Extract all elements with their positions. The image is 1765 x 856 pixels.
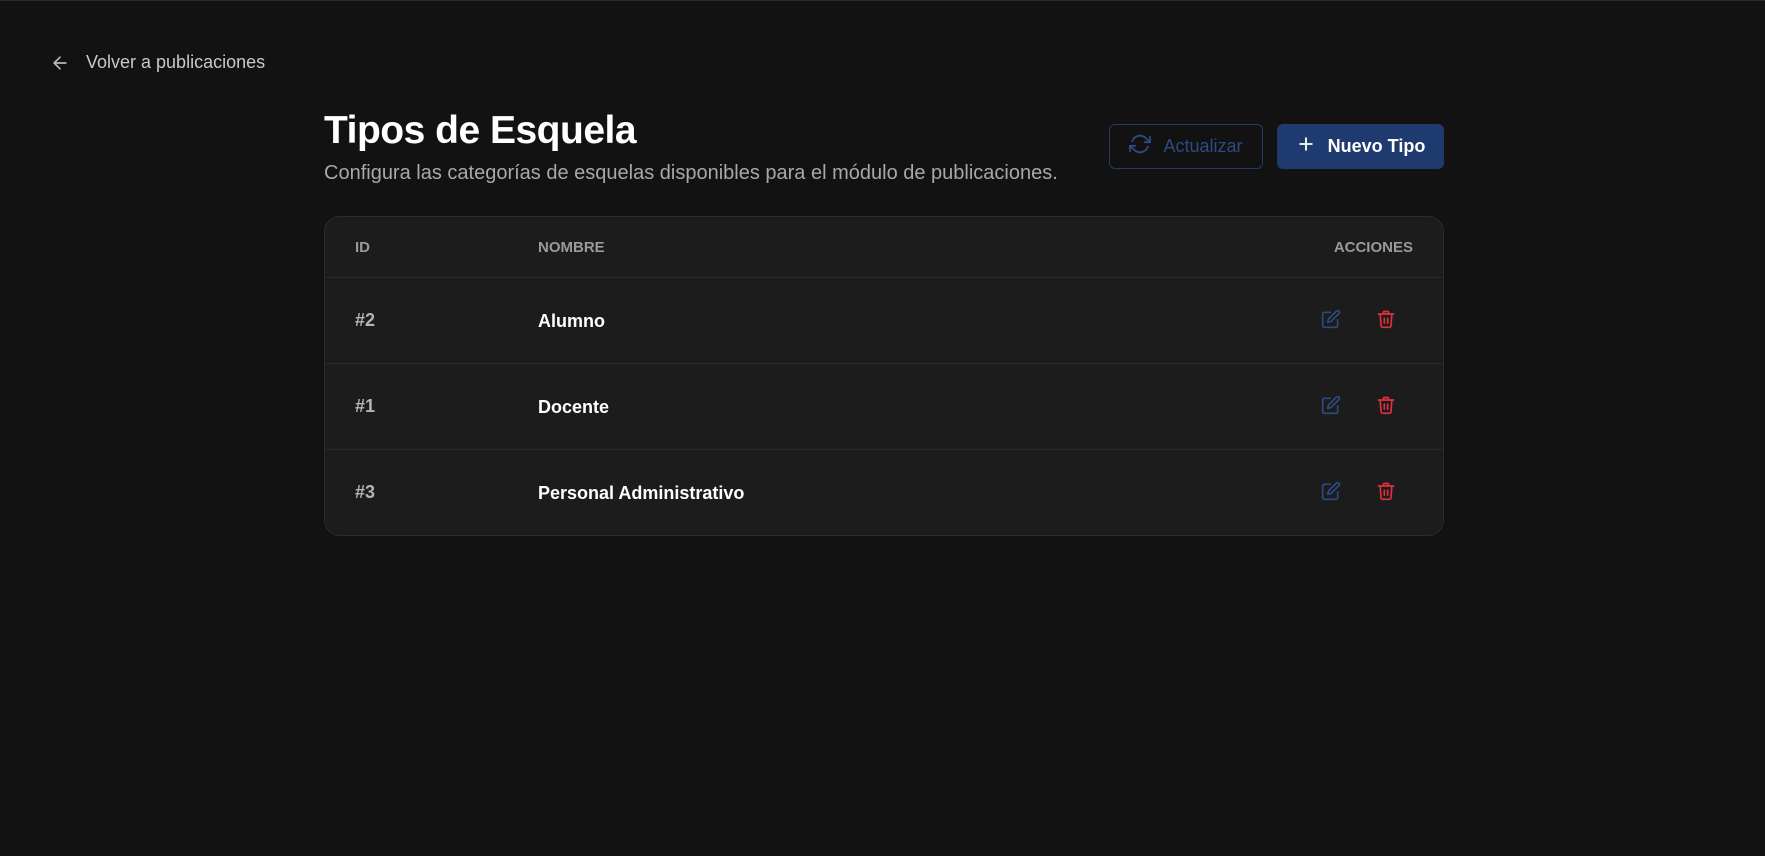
trash-icon (1376, 309, 1396, 334)
delete-button[interactable] (1371, 478, 1401, 508)
back-link-label: Volver a publicaciones (86, 52, 266, 72)
delete-button[interactable] (1371, 392, 1401, 422)
back-to-publications-link[interactable]: Volver a publicaciones (50, 52, 265, 73)
edit-button[interactable] (1316, 392, 1346, 422)
table-row: #2 Alumno (325, 278, 1443, 364)
row-name: Personal Administrativo (538, 483, 745, 503)
row-id: #1 (355, 396, 376, 416)
edit-icon (1321, 481, 1341, 506)
table-row: #1 Docente (325, 364, 1443, 450)
trash-icon (1376, 481, 1396, 506)
edit-icon (1321, 395, 1341, 420)
types-table: ID NOMBRE ACCIONES #2 Alumno #1 Docente … (324, 216, 1444, 536)
refresh-button[interactable]: Actualizar (1109, 124, 1263, 169)
delete-button[interactable] (1371, 306, 1401, 336)
page-subtitle: Configura las categorías de esquelas dis… (324, 162, 1058, 184)
trash-icon (1376, 395, 1396, 420)
table-row: #3 Personal Administrativo (325, 450, 1443, 535)
column-header-id[interactable]: ID (355, 239, 370, 256)
arrow-left-icon (50, 53, 70, 73)
row-id: #2 (355, 310, 376, 330)
edit-button[interactable] (1316, 478, 1346, 508)
refresh-button-label: Actualizar (1163, 136, 1243, 156)
row-name: Alumno (538, 311, 605, 331)
edit-icon (1321, 309, 1341, 334)
page-title: Tipos de Esquela (324, 109, 637, 152)
row-name: Docente (538, 397, 610, 417)
top-divider (0, 0, 1765, 1)
refresh-icon (1129, 133, 1152, 160)
table-header: ID NOMBRE ACCIONES (325, 217, 1443, 278)
page-header: Tipos de Esquela Configura las categoría… (324, 108, 1444, 188)
column-header-actions: ACCIONES (1333, 239, 1413, 256)
edit-button[interactable] (1316, 306, 1346, 336)
plus-icon (1296, 134, 1316, 159)
new-type-button[interactable]: Nuevo Tipo (1277, 124, 1444, 169)
new-type-button-label: Nuevo Tipo (1327, 136, 1426, 156)
column-header-name[interactable]: NOMBRE (538, 239, 605, 256)
row-id: #3 (355, 482, 376, 502)
